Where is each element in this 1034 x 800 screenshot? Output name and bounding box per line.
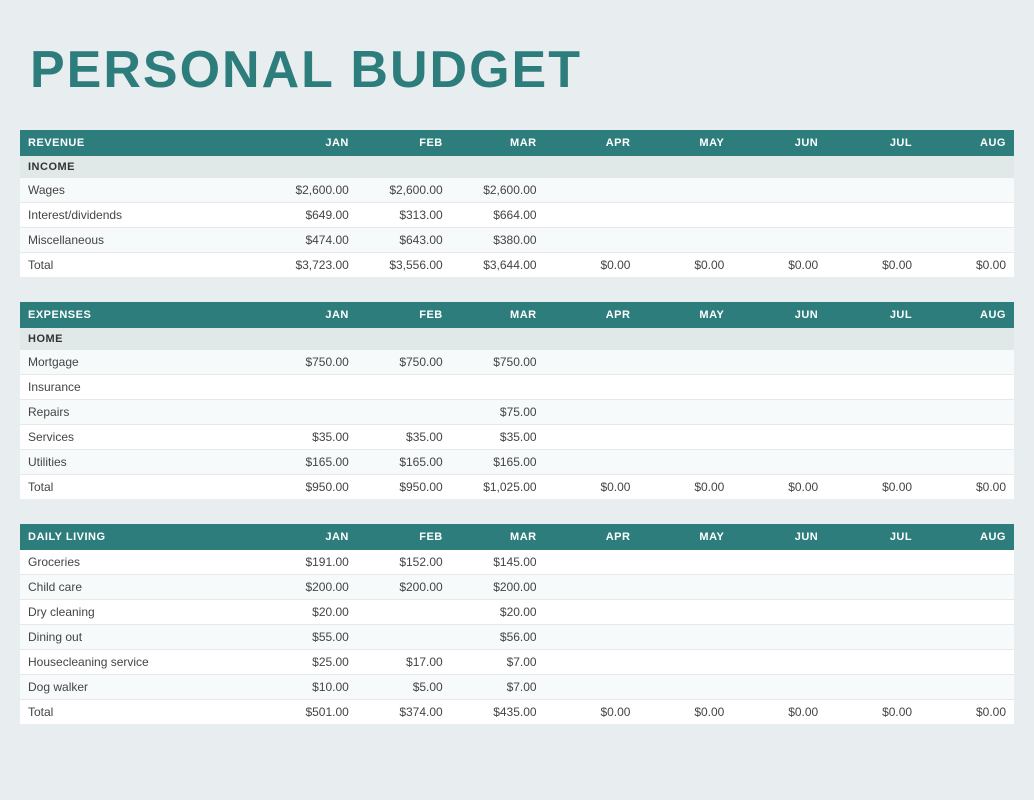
table-row: Child care $200.00 $200.00 $200.00 <box>20 575 1014 600</box>
daily-living-col-label: DAILY LIVING <box>20 524 263 550</box>
expenses-table: EXPENSES JAN FEB MAR APR MAY JUN JUL AUG… <box>20 302 1014 499</box>
table-row: Services $35.00 $35.00 $35.00 <box>20 425 1014 450</box>
daily-living-col-aug: AUG <box>920 524 1014 550</box>
revenue-col-mar: MAR <box>451 130 545 156</box>
revenue-header-row: REVENUE JAN FEB MAR APR MAY JUN JUL AUG <box>20 130 1014 156</box>
table-row: Insurance <box>20 375 1014 400</box>
table-row: Groceries $191.00 $152.00 $145.00 <box>20 550 1014 575</box>
expenses-col-feb: FEB <box>357 302 451 328</box>
table-row: Utilities $165.00 $165.00 $165.00 <box>20 450 1014 475</box>
table-row: Interest/dividends $649.00 $313.00 $664.… <box>20 203 1014 228</box>
daily-living-table: DAILY LIVING JAN FEB MAR APR MAY JUN JUL… <box>20 524 1014 724</box>
table-row: Wages $2,600.00 $2,600.00 $2,600.00 <box>20 178 1014 203</box>
expenses-col-may: MAY <box>638 302 732 328</box>
daily-living-col-jun: JUN <box>732 524 826 550</box>
expenses-col-mar: MAR <box>451 302 545 328</box>
table-row: Dining out $55.00 $56.00 <box>20 625 1014 650</box>
expenses-col-label: EXPENSES <box>20 302 263 328</box>
table-row: Dog walker $10.00 $5.00 $7.00 <box>20 675 1014 700</box>
daily-living-col-mar: MAR <box>451 524 545 550</box>
table-row: Dry cleaning $20.00 $20.00 <box>20 600 1014 625</box>
revenue-col-jul: JUL <box>826 130 920 156</box>
daily-living-col-feb: FEB <box>357 524 451 550</box>
table-row: Mortgage $750.00 $750.00 $750.00 <box>20 350 1014 375</box>
daily-living-col-may: MAY <box>638 524 732 550</box>
revenue-col-aug: AUG <box>920 130 1014 156</box>
daily-living-col-jan: JAN <box>263 524 357 550</box>
expenses-total-row: Total $950.00 $950.00 $1,025.00 $0.00 $0… <box>20 475 1014 500</box>
revenue-col-jun: JUN <box>732 130 826 156</box>
daily-living-header-row: DAILY LIVING JAN FEB MAR APR MAY JUN JUL… <box>20 524 1014 550</box>
daily-living-col-jul: JUL <box>826 524 920 550</box>
daily-living-total-row: Total $501.00 $374.00 $435.00 $0.00 $0.0… <box>20 700 1014 725</box>
expenses-col-jul: JUL <box>826 302 920 328</box>
revenue-col-jan: JAN <box>263 130 357 156</box>
table-row: Miscellaneous $474.00 $643.00 $380.00 <box>20 228 1014 253</box>
daily-living-col-apr: APR <box>545 524 639 550</box>
revenue-col-label: REVENUE <box>20 130 263 156</box>
page-title: PERSONAL BUDGET <box>20 20 1014 130</box>
home-subheader: HOME <box>20 328 1014 350</box>
expenses-header-row: EXPENSES JAN FEB MAR APR MAY JUN JUL AUG <box>20 302 1014 328</box>
revenue-col-apr: APR <box>545 130 639 156</box>
table-row: Repairs $75.00 <box>20 400 1014 425</box>
expenses-col-jan: JAN <box>263 302 357 328</box>
revenue-total-row: Total $3,723.00 $3,556.00 $3,644.00 $0.0… <box>20 253 1014 278</box>
expenses-col-aug: AUG <box>920 302 1014 328</box>
revenue-col-feb: FEB <box>357 130 451 156</box>
revenue-col-may: MAY <box>638 130 732 156</box>
table-row: Housecleaning service $25.00 $17.00 $7.0… <box>20 650 1014 675</box>
revenue-table: REVENUE JAN FEB MAR APR MAY JUN JUL AUG … <box>20 130 1014 277</box>
expenses-col-apr: APR <box>545 302 639 328</box>
income-subheader: INCOME <box>20 156 1014 178</box>
expenses-col-jun: JUN <box>732 302 826 328</box>
